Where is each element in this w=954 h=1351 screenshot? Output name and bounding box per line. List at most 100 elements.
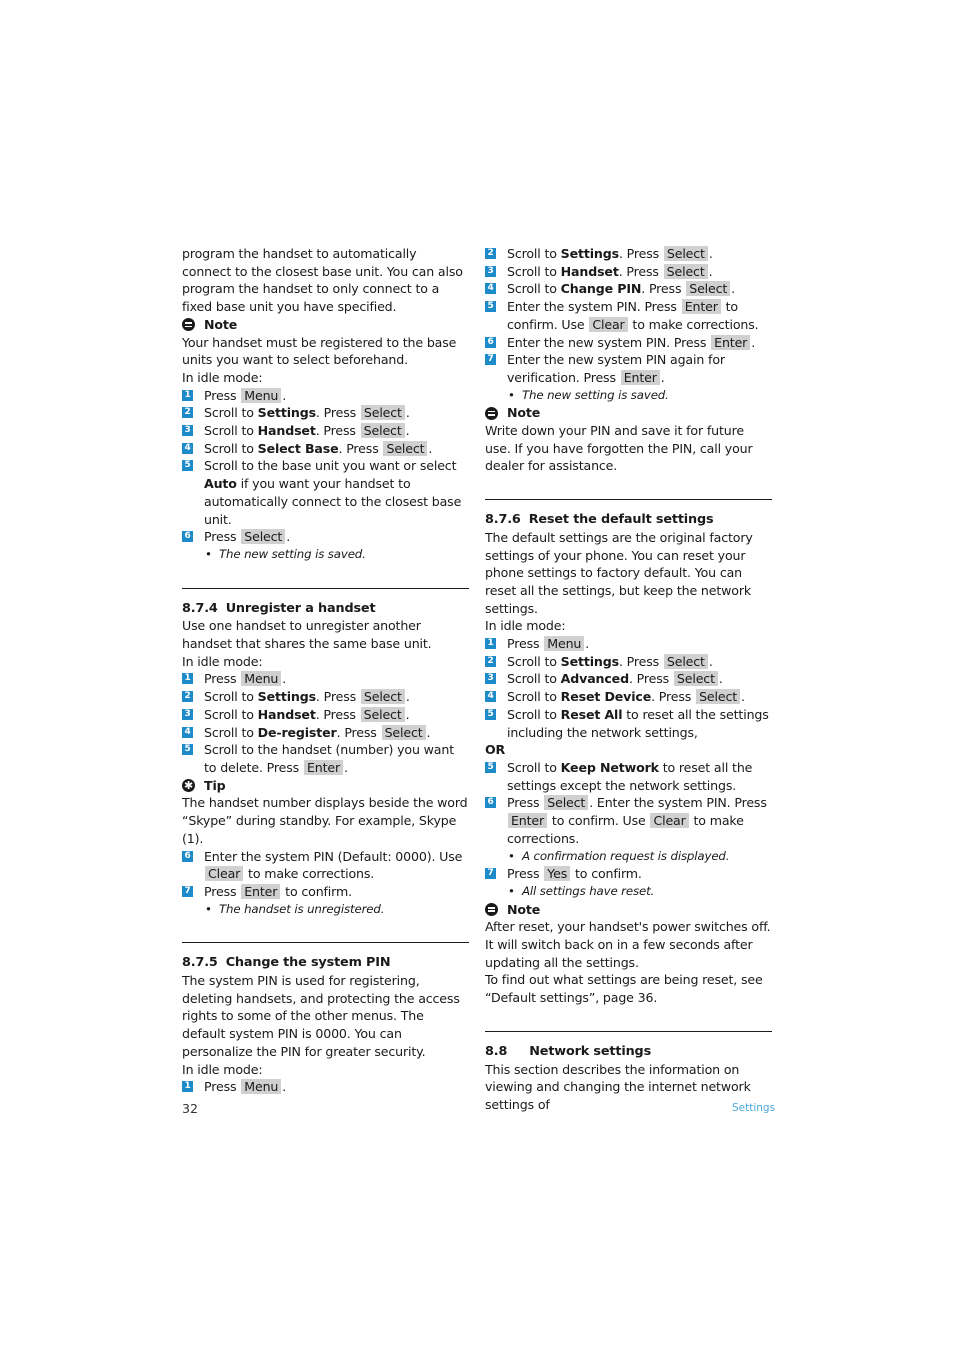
note-heading: Note — [182, 316, 469, 334]
note-icon — [485, 406, 498, 420]
key-select: Select — [360, 689, 405, 705]
idle-mode-label: In idle mode: — [182, 1061, 263, 1077]
step-number-badge: 1 — [182, 389, 193, 401]
idle-mode-label: In idle mode: — [182, 369, 263, 385]
key-clear: Clear — [589, 316, 628, 332]
section-heading-88: 8.8 Network settings — [485, 1043, 652, 1059]
key-menu: Menu — [241, 1079, 282, 1095]
key-select: Select — [360, 706, 405, 722]
result-bullet: • The handset is unregistered. — [205, 901, 385, 916]
tip-title: Tip — [204, 777, 226, 793]
step-item: 3 Scroll to Handset. Press Select. — [182, 422, 469, 440]
left-column: program the handset to automatically con… — [182, 245, 469, 1096]
step-item: 2 Scroll to Settings. Press Select. — [182, 688, 469, 706]
step-number-badge: 5 — [182, 460, 193, 472]
step-item: 5 Scroll to the base unit you want or se… — [182, 457, 469, 528]
step-item: 6 Press Select. — [182, 528, 469, 546]
step-number-badge: 7 — [182, 885, 193, 897]
section-intro: The default settings are the original fa… — [485, 529, 753, 616]
key-enter: Enter — [303, 759, 343, 775]
step-item: 3 Scroll to Advanced. Press Select. — [485, 670, 772, 688]
step-number-badge: 3 — [182, 708, 193, 720]
step-number-badge: 4 — [182, 726, 193, 738]
key-yes: Yes — [544, 866, 571, 882]
tip-icon: ✱ — [182, 779, 195, 793]
right-column: 2 Scroll to Settings. Press Select. 3 Sc… — [485, 245, 772, 1114]
step-item: 7 Press Enter to confirm. — [182, 883, 469, 901]
key-enter: Enter — [620, 369, 660, 385]
step-number-badge: 4 — [485, 691, 496, 703]
note-heading: Note — [485, 901, 772, 919]
idle-mode-label: In idle mode: — [182, 653, 263, 669]
section-heading-876: 8.7.6 Reset the default settings — [485, 512, 714, 528]
step-item: 6 Enter the new system PIN. Press Enter. — [485, 334, 772, 352]
step-number-badge: 7 — [485, 868, 496, 880]
step-number-badge: 1 — [485, 638, 496, 650]
step-item: 5 Scroll to Keep Network to reset all th… — [485, 759, 772, 794]
step-item: 2 Scroll to Settings. Press Select. — [485, 653, 772, 671]
step-item: 4 Scroll to Change PIN. Press Select. — [485, 280, 772, 298]
note-text: To find out what settings are being rese… — [485, 972, 763, 1006]
key-menu: Menu — [241, 671, 282, 687]
step-number-badge: 7 — [485, 354, 496, 366]
key-select: Select — [381, 724, 426, 740]
step-item: 1 Press Menu. — [485, 635, 772, 653]
step-number-badge: 4 — [485, 283, 496, 295]
step-item: 7 Press Yes to confirm. — [485, 865, 772, 883]
note-text: Your handset must be registered to the b… — [182, 334, 457, 368]
key-menu: Menu — [241, 387, 282, 403]
step-item: 6 Press Select. Enter the system PIN. Pr… — [485, 794, 772, 847]
footer-section-name: Settings — [732, 1102, 776, 1114]
step-number-badge: 3 — [485, 673, 496, 685]
key-select: Select — [241, 529, 286, 545]
step-number-badge: 2 — [485, 655, 496, 667]
note-text: Write down your PIN and save it for futu… — [485, 423, 753, 474]
step-number-badge: 2 — [182, 691, 193, 703]
note-title: Note — [204, 316, 238, 332]
key-menu: Menu — [544, 636, 585, 652]
note-icon — [485, 902, 498, 916]
page-number: 32 — [182, 1101, 199, 1116]
step-number-badge: 6 — [485, 336, 496, 348]
tip-heading: ✱ Tip — [182, 777, 469, 795]
step-item: 5 Scroll to the handset (number) you wan… — [182, 741, 469, 776]
step-number-badge: 6 — [182, 531, 193, 543]
step-number-badge: 2 — [182, 407, 193, 419]
step-item: 2 Scroll to Settings. Press Select. — [182, 404, 469, 422]
section-heading-875: 8.7.5 Change the system PIN — [182, 955, 391, 971]
step-item: 4 Scroll to De-register. Press Select. — [182, 724, 469, 742]
step-item: 1 Press Menu. — [182, 670, 469, 688]
key-select: Select — [360, 423, 405, 439]
key-select: Select — [663, 653, 708, 669]
section-intro: Use one handset to unregister another ha… — [182, 618, 432, 652]
step-item: 1 Press Menu. — [182, 387, 469, 405]
result-bullet: • All settings have reset. — [508, 883, 655, 898]
step-number-badge: 5 — [182, 744, 193, 756]
step-number-badge: 5 — [485, 301, 496, 313]
step-number-badge: 3 — [485, 265, 496, 277]
key-enter: Enter — [241, 883, 281, 899]
key-enter: Enter — [681, 299, 721, 315]
note-heading: Note — [485, 404, 772, 422]
step-number-badge: 1 — [182, 673, 193, 685]
key-select: Select — [696, 689, 741, 705]
key-select: Select — [663, 246, 708, 261]
key-select: Select — [663, 263, 708, 279]
step-number-badge: 5 — [485, 708, 496, 720]
key-clear: Clear — [650, 813, 689, 829]
section-intro: The system PIN is used for registering, … — [182, 973, 460, 1059]
note-icon — [182, 318, 195, 332]
section-intro: This section describes the information o… — [485, 1061, 751, 1112]
step-item: 5 Enter the system PIN. Press Enter to c… — [485, 298, 772, 333]
key-clear: Clear — [205, 866, 244, 882]
tip-text: The handset number displays beside the w… — [182, 795, 468, 846]
section-heading-874: 8.7.4 Unregister a handset — [182, 600, 376, 616]
step-item: 5 Scroll to Reset All to reset all the s… — [485, 706, 772, 741]
step-item: 4 Scroll to Select Base. Press Select. — [182, 440, 469, 458]
note-title: Note — [507, 901, 541, 917]
step-item: 3 Scroll to Handset. Press Select. — [485, 263, 772, 281]
key-enter: Enter — [508, 813, 548, 829]
idle-mode-label: In idle mode: — [485, 618, 566, 634]
step-number-badge: 5 — [485, 761, 496, 773]
step-number-badge: 2 — [485, 248, 496, 259]
